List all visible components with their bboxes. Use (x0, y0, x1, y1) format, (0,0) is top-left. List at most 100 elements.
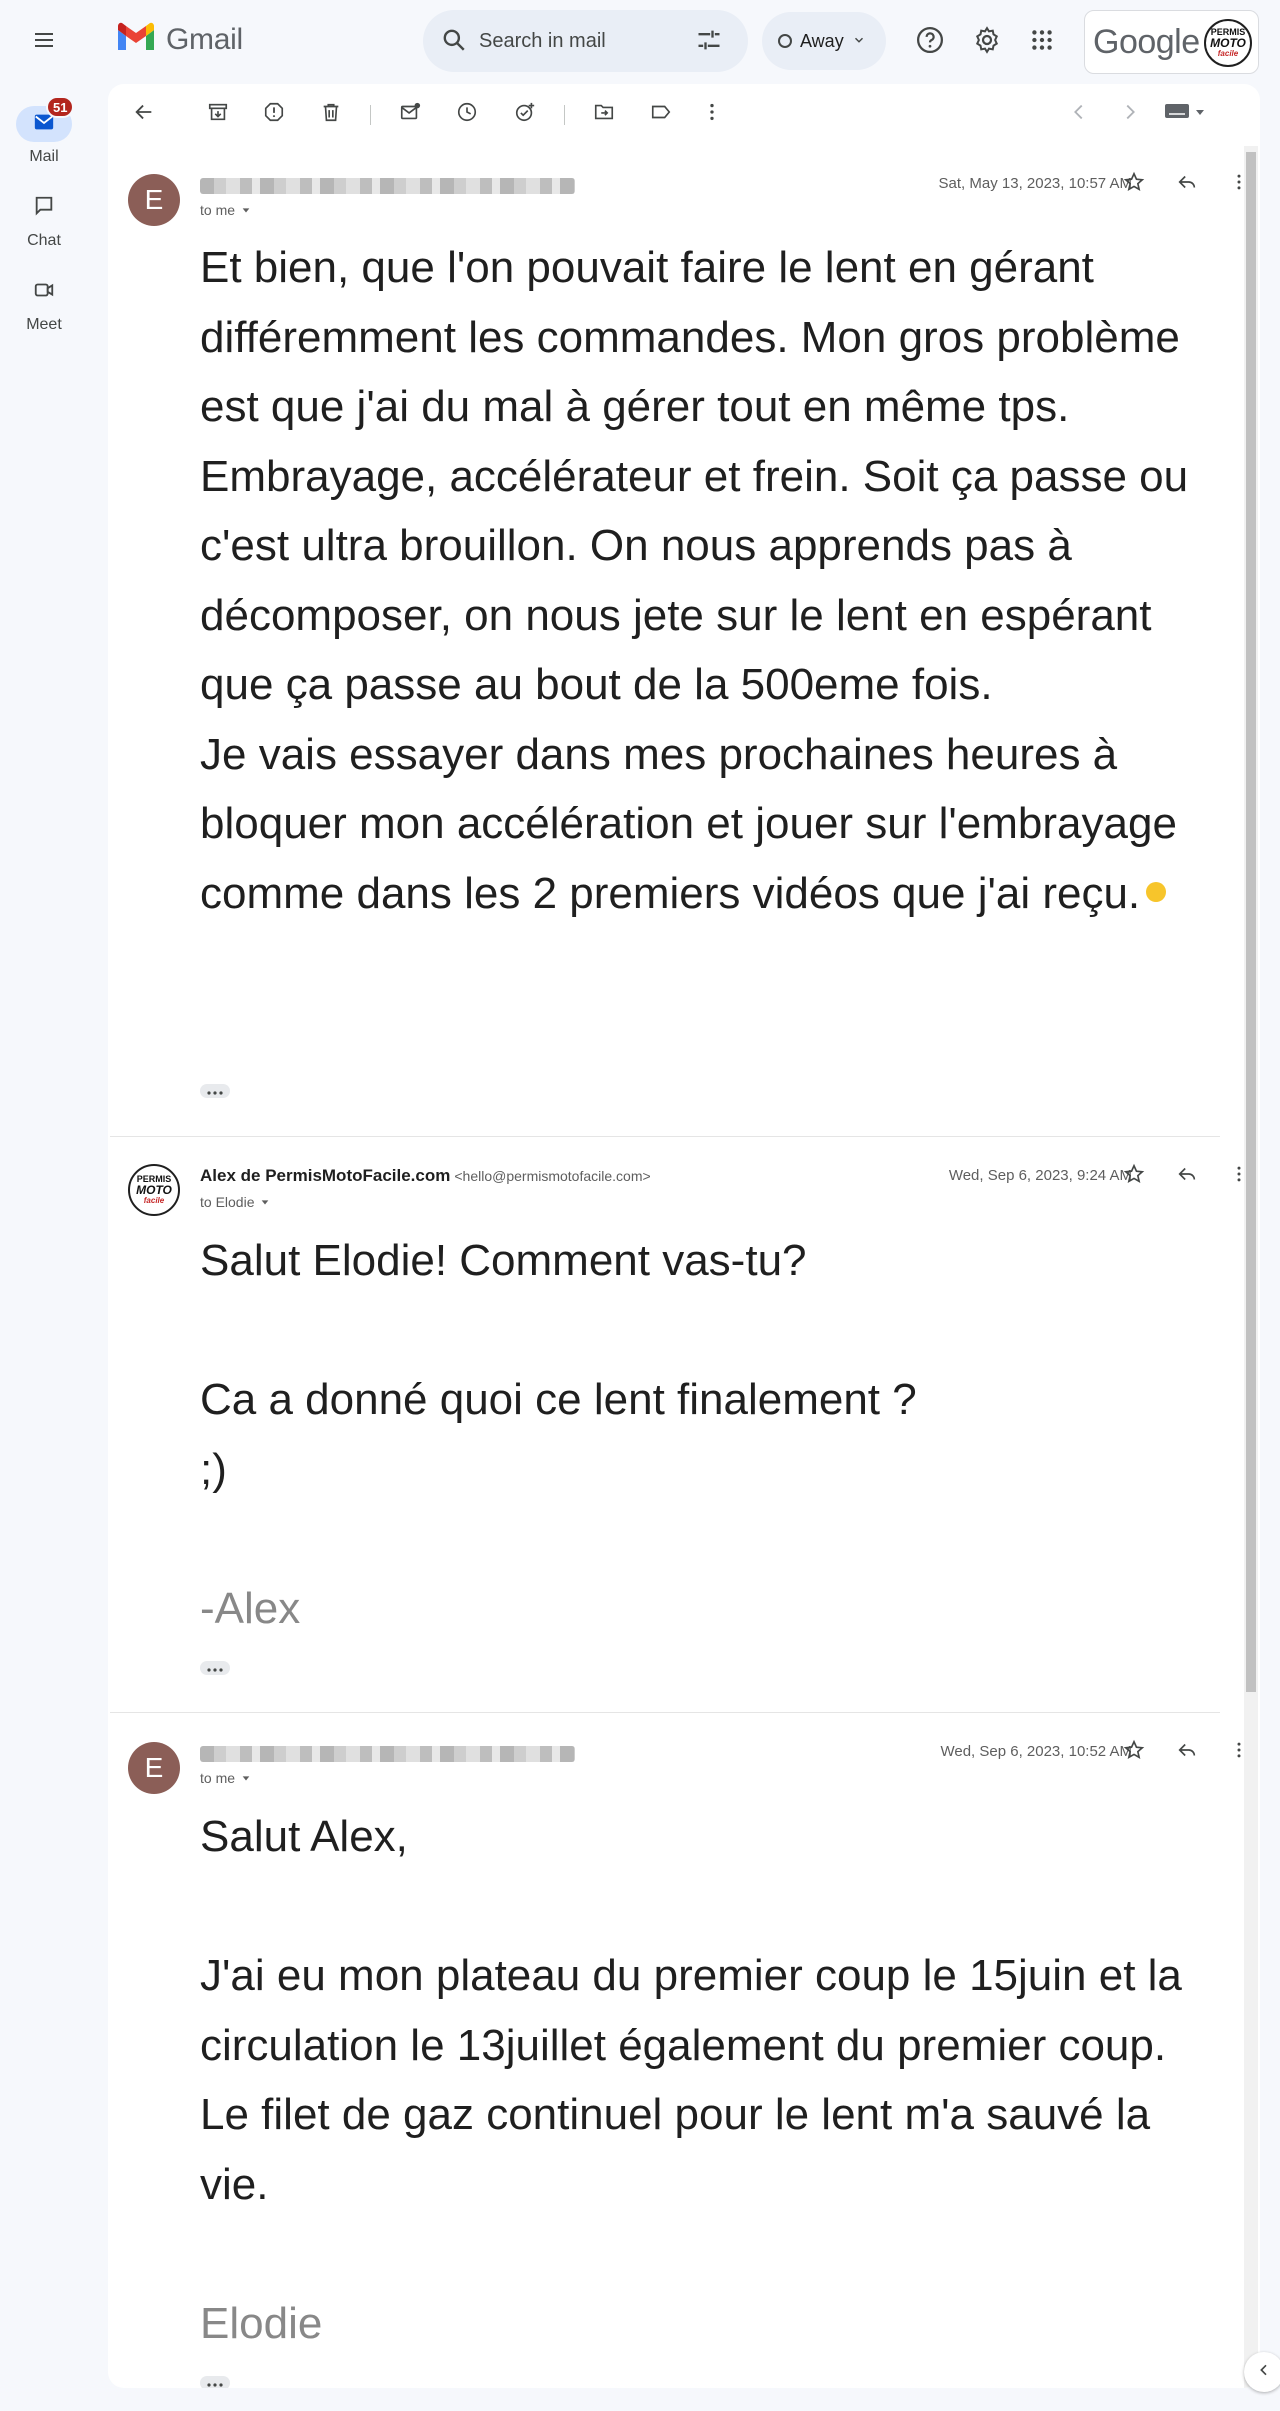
avatar-logo-mid: MOTO (1210, 36, 1246, 50)
toolbar-divider (370, 105, 371, 125)
message-date: Wed, Sep 6, 2023, 10:52 AM (940, 1743, 1132, 1760)
recipient-dropdown[interactable]: to Elodie (200, 1194, 270, 1210)
support-button[interactable] (910, 22, 950, 62)
meet-pill[interactable] (16, 274, 72, 310)
star-button[interactable] (1116, 1734, 1152, 1770)
sender-avatar[interactable]: E (128, 1742, 180, 1794)
reply-button[interactable] (1169, 166, 1205, 202)
recipient-label: to me (200, 202, 236, 218)
sender-name[interactable]: Alex de PermisMotoFacile.com (200, 1166, 450, 1185)
account-switcher[interactable]: Google PERMIS MOTO facile (1084, 10, 1259, 74)
gmail-m-icon (116, 22, 156, 57)
search-bar (423, 10, 748, 72)
message-view-panel: E to me Sat, May 13, 2023, 10:57 AM Et b… (108, 84, 1260, 2388)
search-options-icon[interactable] (695, 26, 723, 59)
reply-button[interactable] (1169, 1734, 1205, 1770)
add-task-icon (514, 101, 536, 128)
chevron-left-icon (1068, 101, 1090, 128)
caret-down-icon (241, 202, 251, 218)
body-paragraph: J'ai eu mon plateau du premier coup le 1… (200, 1951, 1182, 2209)
avatar-logo-bottom: facile (1217, 49, 1239, 58)
move-to-button[interactable] (584, 94, 624, 134)
star-icon (1123, 1739, 1145, 1766)
recipient-dropdown[interactable]: to me (200, 1770, 251, 1786)
chevron-right-icon (1119, 101, 1141, 128)
settings-button[interactable] (967, 22, 1007, 62)
sender-email: <hello@permismotofacile.com> (454, 1168, 651, 1184)
chevron-left-icon (1256, 2362, 1272, 2383)
delete-icon (320, 101, 342, 128)
unread-count-badge: 51 (46, 96, 75, 118)
gmail-logo[interactable]: Gmail (116, 22, 243, 57)
signature: Elodie (200, 2298, 323, 2348)
show-side-panel-button[interactable] (1244, 2352, 1280, 2392)
search-input[interactable] (479, 10, 679, 72)
mail-pill[interactable]: 51 (16, 96, 75, 142)
label-icon (650, 101, 672, 128)
snooze-clock-icon (456, 101, 478, 128)
avatar-logo-mid: MOTO (136, 1183, 172, 1197)
apps-button[interactable] (1022, 22, 1062, 62)
body-paragraph (200, 1296, 1210, 1366)
ellipsis-icon (207, 1082, 223, 1100)
keyboard-icon (1164, 102, 1190, 125)
main-menu-button[interactable] (22, 20, 66, 64)
sender-avatar[interactable]: PERMIS MOTO facile (128, 1164, 180, 1216)
scrollbar[interactable] (1244, 146, 1258, 2388)
archive-icon (207, 101, 229, 128)
status-away-icon (778, 34, 792, 48)
show-trimmed-content-button[interactable] (200, 2376, 230, 2388)
redacted-sender-name (200, 1746, 575, 1762)
star-button[interactable] (1116, 1158, 1152, 1194)
input-tools-button[interactable] (1164, 102, 1206, 125)
rail-label-mail: Mail (29, 148, 59, 165)
rail-label-chat: Chat (27, 232, 61, 249)
star-button[interactable] (1116, 166, 1152, 202)
scrollbar-thumb[interactable] (1246, 152, 1256, 1692)
gmail-wordmark: Gmail (166, 22, 243, 56)
apps-grid-icon (1029, 27, 1055, 58)
reply-icon (1176, 1739, 1198, 1766)
redacted-sender-name (200, 178, 575, 194)
status-selector[interactable]: Away (762, 12, 886, 70)
reply-button[interactable] (1169, 1158, 1205, 1194)
mark-unread-button[interactable] (390, 94, 430, 134)
back-arrow-icon (133, 101, 155, 128)
body-paragraph (200, 1504, 1210, 1574)
message-body: Salut Elodie! Comment vas-tu? Ca a donné… (200, 1226, 1210, 1643)
rail-item-meet[interactable]: Meet (0, 274, 88, 334)
sender-avatar[interactable]: E (128, 174, 180, 226)
winking-face-emoji-icon (1146, 881, 1167, 902)
labels-button[interactable] (641, 94, 681, 134)
recipient-dropdown[interactable]: to me (200, 202, 251, 218)
message-date: Wed, Sep 6, 2023, 9:24 AM (948, 1167, 1132, 1184)
chat-pill[interactable] (16, 190, 72, 226)
account-avatar[interactable]: PERMIS MOTO facile (1204, 19, 1252, 67)
star-icon (1123, 1163, 1145, 1190)
show-trimmed-content-button[interactable] (200, 1661, 230, 1675)
show-trimmed-content-button[interactable] (200, 1084, 230, 1098)
body-paragraph: Et bien, que l'on pouvait faire le lent … (200, 243, 1189, 709)
report-spam-button[interactable] (254, 94, 294, 134)
delete-button[interactable] (311, 94, 351, 134)
gear-icon (972, 25, 1002, 60)
add-to-tasks-button[interactable] (505, 94, 545, 134)
message-body: Salut Alex, J'ai eu mon plateau du premi… (200, 1802, 1210, 2358)
body-paragraph: ;) (200, 1444, 227, 1494)
star-icon (1123, 171, 1145, 198)
message-date: Sat, May 13, 2023, 10:57 AM (938, 175, 1132, 192)
more-actions-button[interactable] (692, 94, 732, 134)
signature: -Alex (200, 1583, 301, 1633)
body-paragraph: Salut Alex, (200, 1812, 408, 1861)
older-button[interactable] (1110, 94, 1150, 134)
snooze-button[interactable] (447, 94, 487, 134)
rail-item-mail[interactable]: 51 Mail (0, 96, 88, 166)
rail-item-chat[interactable]: Chat (0, 190, 88, 250)
newer-button[interactable] (1059, 94, 1099, 134)
archive-button[interactable] (198, 94, 238, 134)
video-camera-icon (33, 279, 55, 306)
back-button[interactable] (124, 94, 164, 134)
caret-down-icon (260, 1194, 270, 1210)
search-icon[interactable] (441, 27, 467, 58)
message-body: Et bien, que l'on pouvait faire le lent … (200, 233, 1210, 928)
